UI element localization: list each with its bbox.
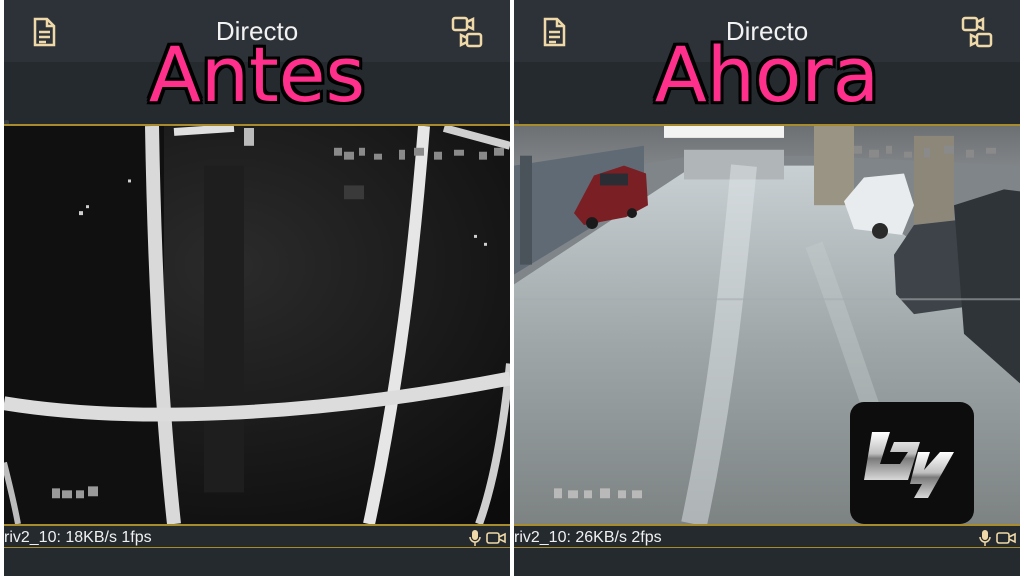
stream-stats: riv2_10: 18KB/s 1fps: [4, 529, 152, 546]
video-camera-icon[interactable]: [486, 531, 506, 545]
before-label: Antes: [148, 30, 366, 119]
microphone-icon[interactable]: [978, 529, 992, 547]
camera-feed-before[interactable]: [4, 124, 510, 526]
stream-status-bar: riv2_10: 26KB/s 2fps: [514, 528, 1020, 548]
by-logo-icon: [850, 402, 974, 524]
microphone-icon[interactable]: [468, 529, 482, 547]
stream-stats: riv2_10: 26KB/s 2fps: [514, 529, 662, 546]
stream-status-bar: riv2_10: 18KB/s 1fps: [4, 528, 510, 548]
camera-image-before: [4, 126, 510, 524]
video-camera-icon[interactable]: [996, 531, 1016, 545]
left-camera-panel: Directo Antes riv2_10: 18KB/s 1fps: [4, 0, 510, 576]
after-label: Ahora: [654, 30, 880, 119]
